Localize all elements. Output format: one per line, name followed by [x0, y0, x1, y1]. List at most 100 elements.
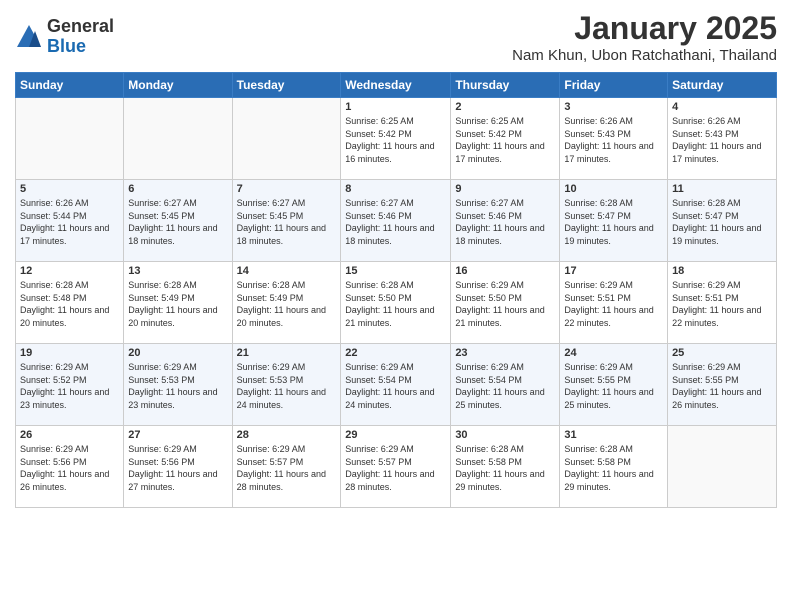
day-cell: 7 Sunrise: 6:27 AM Sunset: 5:45 PM Daylig…	[232, 180, 341, 262]
day-number: 13	[128, 265, 227, 277]
day-info: Sunrise: 6:29 AM Sunset: 5:57 PM Dayligh…	[345, 443, 446, 493]
day-cell: 18 Sunrise: 6:29 AM Sunset: 5:51 PM Dayli…	[668, 262, 777, 344]
location-title: Nam Khun, Ubon Ratchathani, Thailand	[512, 47, 777, 64]
day-cell: 16 Sunrise: 6:29 AM Sunset: 5:50 PM Dayli…	[451, 262, 560, 344]
day-cell: 27 Sunrise: 6:29 AM Sunset: 5:56 PM Dayli…	[124, 426, 232, 508]
day-cell: 29 Sunrise: 6:29 AM Sunset: 5:57 PM Dayli…	[341, 426, 451, 508]
day-number: 11	[672, 183, 772, 195]
day-info: Sunrise: 6:28 AM Sunset: 5:48 PM Dayligh…	[20, 279, 119, 329]
day-cell: 10 Sunrise: 6:28 AM Sunset: 5:47 PM Dayli…	[560, 180, 668, 262]
day-info: Sunrise: 6:27 AM Sunset: 5:45 PM Dayligh…	[128, 197, 227, 247]
day-header-friday: Friday	[560, 73, 668, 98]
day-number: 10	[564, 183, 663, 195]
day-info: Sunrise: 6:29 AM Sunset: 5:54 PM Dayligh…	[455, 361, 555, 411]
day-number: 8	[345, 183, 446, 195]
calendar-header-row: SundayMondayTuesdayWednesdayThursdayFrid…	[16, 73, 777, 98]
day-number: 19	[20, 347, 119, 359]
day-info: Sunrise: 6:28 AM Sunset: 5:49 PM Dayligh…	[237, 279, 337, 329]
day-cell: 11 Sunrise: 6:28 AM Sunset: 5:47 PM Dayli…	[668, 180, 777, 262]
header: General Blue January 2025 Nam Khun, Ubon…	[15, 10, 777, 64]
day-cell: 3Sunrise: 6:26 AM Sunset: 5:43 PM Daylig…	[560, 98, 668, 180]
day-info: Sunrise: 6:29 AM Sunset: 5:50 PM Dayligh…	[455, 279, 555, 329]
day-cell: 22 Sunrise: 6:29 AM Sunset: 5:54 PM Dayli…	[341, 344, 451, 426]
day-info: Sunrise: 6:29 AM Sunset: 5:56 PM Dayligh…	[128, 443, 227, 493]
day-number: 14	[237, 265, 337, 277]
day-cell: 8Sunrise: 6:27 AM Sunset: 5:46 PM Daylig…	[341, 180, 451, 262]
title-block: January 2025 Nam Khun, Ubon Ratchathani,…	[512, 10, 777, 64]
day-header-thursday: Thursday	[451, 73, 560, 98]
day-info: Sunrise: 6:28 AM Sunset: 5:47 PM Dayligh…	[564, 197, 663, 247]
day-number: 24	[564, 347, 663, 359]
day-header-monday: Monday	[124, 73, 232, 98]
day-number: 9	[455, 183, 555, 195]
day-info: Sunrise: 6:27 AM Sunset: 5:45 PM Dayligh…	[237, 197, 337, 247]
month-title: January 2025	[512, 10, 777, 47]
week-row-4: 19 Sunrise: 6:29 AM Sunset: 5:52 PM Dayli…	[16, 344, 777, 426]
day-cell: 24 Sunrise: 6:29 AM Sunset: 5:55 PM Dayli…	[560, 344, 668, 426]
day-cell: 9Sunrise: 6:27 AM Sunset: 5:46 PM Daylig…	[451, 180, 560, 262]
day-info: Sunrise: 6:26 AM Sunset: 5:43 PM Dayligh…	[672, 115, 772, 165]
logo: General Blue	[15, 17, 114, 57]
logo-text: General Blue	[47, 17, 114, 57]
day-number: 29	[345, 429, 446, 441]
day-number: 30	[455, 429, 555, 441]
day-number: 17	[564, 265, 663, 277]
day-cell: 20Sunrise: 6:29 AM Sunset: 5:53 PM Dayli…	[124, 344, 232, 426]
day-cell: 12Sunrise: 6:28 AM Sunset: 5:48 PM Dayli…	[16, 262, 124, 344]
day-cell: 15 Sunrise: 6:28 AM Sunset: 5:50 PM Dayli…	[341, 262, 451, 344]
day-info: Sunrise: 6:28 AM Sunset: 5:47 PM Dayligh…	[672, 197, 772, 247]
week-row-2: 5 Sunrise: 6:26 AM Sunset: 5:44 PM Daylig…	[16, 180, 777, 262]
page: General Blue January 2025 Nam Khun, Ubon…	[0, 0, 792, 612]
day-info: Sunrise: 6:28 AM Sunset: 5:58 PM Dayligh…	[564, 443, 663, 493]
day-info: Sunrise: 6:29 AM Sunset: 5:54 PM Dayligh…	[345, 361, 446, 411]
day-info: Sunrise: 6:29 AM Sunset: 5:55 PM Dayligh…	[564, 361, 663, 411]
day-info: Sunrise: 6:29 AM Sunset: 5:51 PM Dayligh…	[564, 279, 663, 329]
day-info: Sunrise: 6:28 AM Sunset: 5:58 PM Dayligh…	[455, 443, 555, 493]
day-number: 25	[672, 347, 772, 359]
day-info: Sunrise: 6:29 AM Sunset: 5:57 PM Dayligh…	[237, 443, 337, 493]
day-cell	[16, 98, 124, 180]
day-cell: 14 Sunrise: 6:28 AM Sunset: 5:49 PM Dayli…	[232, 262, 341, 344]
day-info: Sunrise: 6:26 AM Sunset: 5:44 PM Dayligh…	[20, 197, 119, 247]
day-number: 2	[455, 101, 555, 113]
day-number: 18	[672, 265, 772, 277]
logo-blue: Blue	[47, 37, 114, 57]
day-header-wednesday: Wednesday	[341, 73, 451, 98]
day-number: 27	[128, 429, 227, 441]
day-number: 6	[128, 183, 227, 195]
day-number: 22	[345, 347, 446, 359]
day-info: Sunrise: 6:29 AM Sunset: 5:51 PM Dayligh…	[672, 279, 772, 329]
day-cell: 2Sunrise: 6:25 AM Sunset: 5:42 PM Daylig…	[451, 98, 560, 180]
day-header-tuesday: Tuesday	[232, 73, 341, 98]
day-cell: 28Sunrise: 6:29 AM Sunset: 5:57 PM Dayli…	[232, 426, 341, 508]
day-cell: 23Sunrise: 6:29 AM Sunset: 5:54 PM Dayli…	[451, 344, 560, 426]
day-number: 31	[564, 429, 663, 441]
day-info: Sunrise: 6:29 AM Sunset: 5:52 PM Dayligh…	[20, 361, 119, 411]
day-cell: 6 Sunrise: 6:27 AM Sunset: 5:45 PM Daylig…	[124, 180, 232, 262]
day-number: 1	[345, 101, 446, 113]
day-cell: 30 Sunrise: 6:28 AM Sunset: 5:58 PM Dayli…	[451, 426, 560, 508]
day-number: 20	[128, 347, 227, 359]
day-header-sunday: Sunday	[16, 73, 124, 98]
day-cell: 5 Sunrise: 6:26 AM Sunset: 5:44 PM Daylig…	[16, 180, 124, 262]
day-info: Sunrise: 6:28 AM Sunset: 5:50 PM Dayligh…	[345, 279, 446, 329]
day-info: Sunrise: 6:29 AM Sunset: 5:55 PM Dayligh…	[672, 361, 772, 411]
day-header-saturday: Saturday	[668, 73, 777, 98]
day-cell: 31 Sunrise: 6:28 AM Sunset: 5:58 PM Dayli…	[560, 426, 668, 508]
day-info: Sunrise: 6:29 AM Sunset: 5:53 PM Dayligh…	[237, 361, 337, 411]
day-number: 4	[672, 101, 772, 113]
day-number: 15	[345, 265, 446, 277]
logo-general: General	[47, 17, 114, 37]
day-number: 5	[20, 183, 119, 195]
day-number: 7	[237, 183, 337, 195]
day-number: 3	[564, 101, 663, 113]
day-number: 26	[20, 429, 119, 441]
day-cell	[124, 98, 232, 180]
day-number: 16	[455, 265, 555, 277]
day-cell	[668, 426, 777, 508]
day-info: Sunrise: 6:28 AM Sunset: 5:49 PM Dayligh…	[128, 279, 227, 329]
logo-icon	[15, 23, 43, 51]
day-cell: 13 Sunrise: 6:28 AM Sunset: 5:49 PM Dayli…	[124, 262, 232, 344]
day-cell	[232, 98, 341, 180]
day-cell: 21Sunrise: 6:29 AM Sunset: 5:53 PM Dayli…	[232, 344, 341, 426]
